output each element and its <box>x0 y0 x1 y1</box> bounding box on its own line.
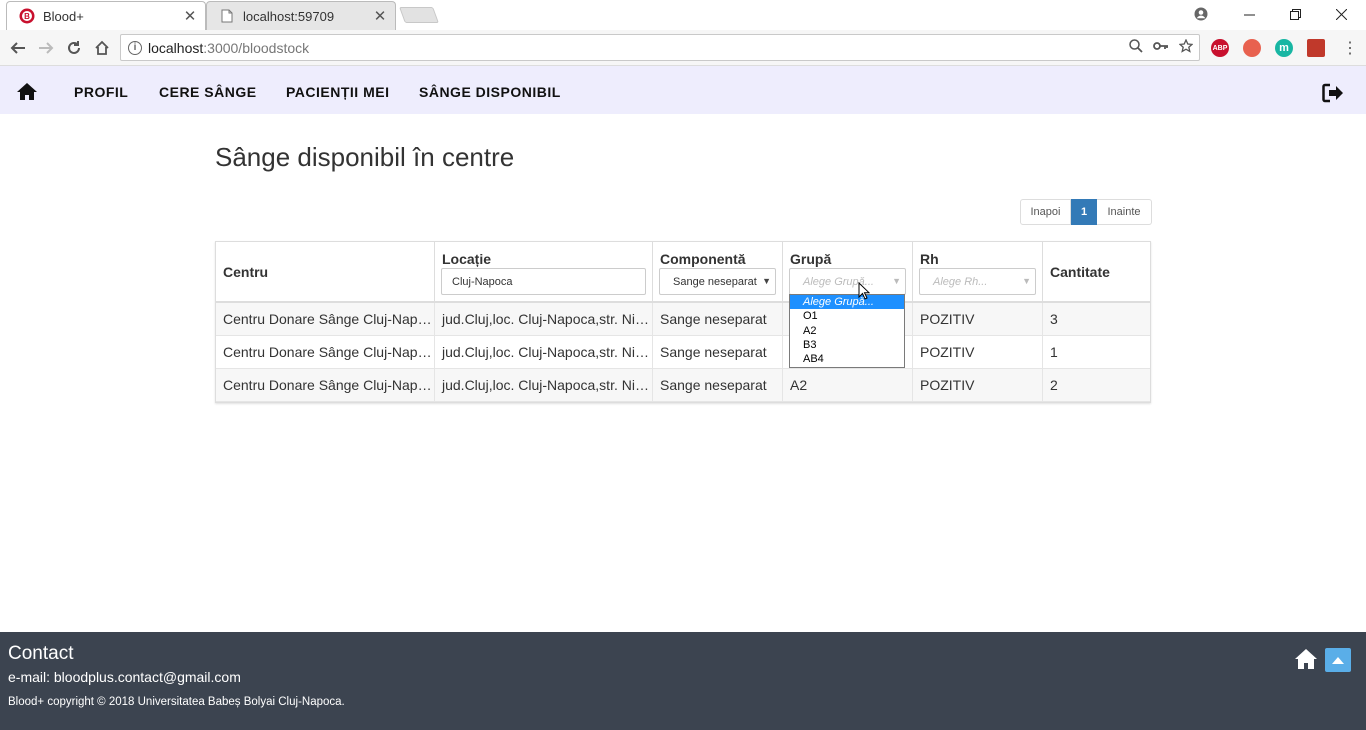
cell-centru: Centru Donare Sânge Cluj-Napoca <box>216 369 435 402</box>
site-info-icon[interactable]: i <box>128 40 142 55</box>
dropdown-option[interactable]: O1 <box>790 309 904 323</box>
page-title: Sânge disponibil în centre <box>215 142 515 172</box>
browser-tab-localhost[interactable]: localhost:59709 ✕ <box>206 1 396 30</box>
column-header-locatie[interactable]: Locație <box>435 242 653 303</box>
scroll-to-top-button[interactable] <box>1325 648 1351 672</box>
profile-icon[interactable] <box>1178 0 1224 28</box>
cell-locatie: jud.Cluj,loc. Cluj-Napoca,str. Nicolae B… <box>435 369 653 402</box>
zoom-icon[interactable] <box>1129 39 1143 56</box>
dropdown-arrow-icon: ▼ <box>1022 276 1031 286</box>
footer-copyright: Blood+ copyright © 2018 Universitatea Ba… <box>8 696 345 708</box>
close-tab-icon[interactable]: ✕ <box>183 7 197 25</box>
nav-link-pacientii-mei[interactable]: PACIENȚII MEI <box>286 84 389 100</box>
dropdown-option[interactable]: AB4 <box>790 352 904 366</box>
column-header-centru[interactable]: Centru <box>216 242 435 303</box>
bookmark-star-icon[interactable] <box>1178 38 1194 56</box>
footer: Contact e-mail: bloodplus.contact@gmail.… <box>0 632 1366 730</box>
app-navbar: PROFIL CERE SÂNGE PACIENȚII MEI SÂNGE DI… <box>0 66 1366 114</box>
extension-red-icon[interactable] <box>1243 39 1261 57</box>
cell-grupa: A2 <box>783 369 913 402</box>
cell-componenta: Sange neseparat <box>653 369 783 402</box>
dropdown-arrow-icon: ▼ <box>892 276 901 286</box>
column-header-cantitate[interactable]: Cantitate <box>1043 242 1150 303</box>
dropdown-option[interactable]: Alege Grupă... <box>790 295 904 310</box>
extension-puzzle-icon[interactable] <box>1307 39 1325 57</box>
svg-text:B: B <box>24 12 30 21</box>
pagination-next-button[interactable]: Inainte <box>1097 199 1152 225</box>
pagination: Inapoi 1 Inainte <box>1020 199 1152 225</box>
blood-stock-table: Centru Locație Componentă Sange nesepara… <box>215 241 1151 403</box>
restore-window-icon[interactable] <box>1272 0 1318 28</box>
nav-link-profil[interactable]: PROFIL <box>74 84 128 100</box>
componenta-filter-select[interactable]: Sange neseparat ▼ <box>659 268 776 295</box>
back-arrow-icon[interactable] <box>8 38 28 58</box>
nav-link-sange-disponibil[interactable]: SÂNGE DISPONIBIL <box>419 84 561 100</box>
column-label: Componentă <box>660 251 746 267</box>
mouse-cursor-icon <box>858 281 871 305</box>
close-window-icon[interactable] <box>1318 0 1364 28</box>
new-tab-button[interactable] <box>399 7 439 23</box>
forward-arrow-icon[interactable] <box>36 38 56 58</box>
cell-componenta: Sange neseparat <box>653 303 783 336</box>
url-text: localhost:3000/bloodstock <box>148 39 310 56</box>
grupa-dropdown-list: Alege Grupă... O1 A2 B3 AB4 <box>789 294 905 368</box>
column-label: Grupă <box>790 251 832 267</box>
browser-tab-blood[interactable]: B Blood+ ✕ <box>6 1 206 30</box>
column-header-rh[interactable]: Rh Alege Rh... ▼ <box>913 242 1043 303</box>
pagination-prev-button[interactable]: Inapoi <box>1020 199 1071 225</box>
grupa-filter-select[interactable]: Alege Grupă... ▼ <box>789 268 906 295</box>
cell-rh: POZITIV <box>913 303 1043 336</box>
dropdown-option[interactable]: B3 <box>790 338 904 352</box>
home-icon[interactable] <box>92 38 112 58</box>
cell-locatie: jud.Cluj,loc. Cluj-Napoca,str. Nicolae B… <box>435 336 653 369</box>
locatie-filter-input[interactable] <box>441 268 646 295</box>
cell-rh: POZITIV <box>913 336 1043 369</box>
cell-rh: POZITIV <box>913 369 1043 402</box>
browser-tab-bar: B Blood+ ✕ localhost:59709 ✕ <box>0 0 1366 30</box>
column-label: Rh <box>920 251 939 267</box>
logout-icon[interactable] <box>1322 83 1344 108</box>
browser-toolbar: i localhost:3000/bloodstock ABP m ⋮ <box>0 30 1366 66</box>
footer-title: Contact <box>8 643 74 664</box>
column-label: Locație <box>442 251 492 267</box>
address-bar[interactable]: i localhost:3000/bloodstock <box>120 34 1200 61</box>
menu-kebab-icon[interactable]: ⋮ <box>1340 38 1360 58</box>
key-icon[interactable] <box>1153 39 1169 56</box>
footer-email: e-mail: bloodplus.contact@gmail.com <box>8 669 241 685</box>
home-icon[interactable] <box>16 82 38 105</box>
cell-centru: Centru Donare Sânge Cluj-Napoca <box>216 336 435 369</box>
cell-locatie: jud.Cluj,loc. Cluj-Napoca,str. Nicolae B… <box>435 303 653 336</box>
table-row[interactable]: Centru Donare Sânge Cluj-Napoca jud.Cluj… <box>216 336 1150 369</box>
nav-link-cere-sange[interactable]: CERE SÂNGE <box>159 84 257 100</box>
arrow-up-icon <box>1332 657 1344 664</box>
cell-componenta: Sange neseparat <box>653 336 783 369</box>
dropdown-option[interactable]: A2 <box>790 324 904 338</box>
cell-cantitate: 3 <box>1050 311 1058 327</box>
browser-tab-title: localhost:59709 <box>243 8 335 24</box>
page-favicon-icon <box>219 8 235 24</box>
blood-favicon-icon: B <box>19 8 35 24</box>
adblock-plus-icon[interactable]: ABP <box>1211 39 1229 57</box>
rh-filter-select[interactable]: Alege Rh... ▼ <box>919 268 1036 295</box>
pagination-current-page[interactable]: 1 <box>1071 199 1097 225</box>
minimize-window-icon[interactable] <box>1226 0 1272 28</box>
cell-cantitate: 1 <box>1050 344 1058 360</box>
column-header-componenta[interactable]: Componentă Sange neseparat ▼ <box>653 242 783 303</box>
table-row[interactable]: Centru Donare Sânge Cluj-Napoca jud.Cluj… <box>216 369 1150 402</box>
cell-centru: Centru Donare Sânge Cluj-Napoca <box>216 303 435 336</box>
reload-icon[interactable] <box>64 38 84 58</box>
browser-tab-title: Blood+ <box>43 8 84 24</box>
column-label: Centru <box>223 264 269 280</box>
extension-teal-icon[interactable]: m <box>1275 39 1293 57</box>
cell-cantitate: 2 <box>1050 377 1058 393</box>
table-row[interactable]: Centru Donare Sânge Cluj-Napoca jud.Cluj… <box>216 303 1150 336</box>
home-icon[interactable] <box>1294 648 1318 675</box>
column-label: Cantitate <box>1050 264 1110 280</box>
close-tab-icon[interactable]: ✕ <box>373 7 387 25</box>
dropdown-arrow-icon: ▼ <box>762 276 771 286</box>
